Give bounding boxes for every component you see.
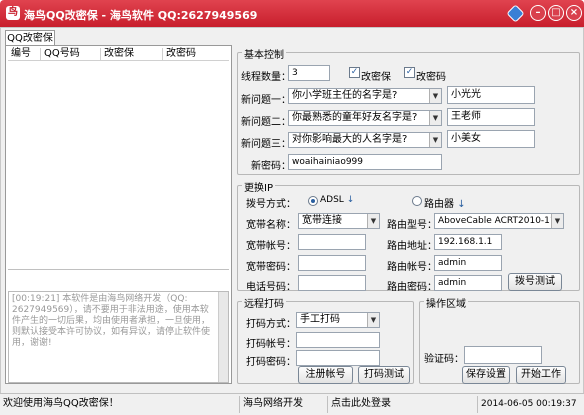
status-company: 海鸟网络开发	[240, 396, 328, 413]
status-bar: 欢迎使用海鸟QQ改密保！ 海鸟网络开发 点击此处登录 2014-06-05 00…	[0, 393, 584, 415]
close-button[interactable]: ×	[566, 5, 582, 21]
new-password-input[interactable]: woaihainiao999	[288, 154, 442, 170]
captcha-test-button[interactable]: 打码测试	[358, 366, 410, 384]
broadband-name-select[interactable]: 宽带连接 ▼	[298, 213, 380, 229]
captcha-mode-value: 手工打码	[300, 314, 340, 325]
login-link[interactable]: 点击此处登录	[328, 396, 478, 413]
router-password-label: 路由密码：	[387, 282, 437, 293]
group-title: 操作区域	[424, 295, 468, 310]
broadband-name-label: 宽带名称：	[246, 220, 296, 231]
checkbox-mibao[interactable]: ✓	[349, 67, 360, 78]
captcha-password-input[interactable]	[296, 350, 380, 366]
chevron-down-icon: ▼	[429, 133, 441, 147]
router-account-input[interactable]: admin	[434, 255, 502, 271]
radio-router-label: 路由器 ↓	[424, 199, 466, 210]
dial-test-button[interactable]: 拨号测试	[508, 273, 562, 291]
radio-router[interactable]	[412, 196, 422, 206]
start-work-button[interactable]: 开始工作	[516, 366, 566, 384]
router-model-value: AboveCable ACRT2010-11	[438, 216, 556, 226]
captcha-account-label: 打码帐号：	[246, 339, 296, 350]
captcha-code-input[interactable]	[464, 346, 542, 364]
chevron-down-icon: ▼	[367, 313, 379, 327]
question-1-select[interactable]: 你小学班主任的名字是? ▼	[288, 88, 442, 104]
maximize-button[interactable]: □	[548, 5, 564, 21]
broadband-account-label: 宽带帐号：	[246, 241, 296, 252]
question-1-value: 你小学班主任的名字是?	[292, 90, 398, 101]
question-2-label: 新问题二：	[241, 117, 291, 128]
broadband-account-input[interactable]	[298, 234, 366, 250]
skin-icon[interactable]	[506, 4, 525, 23]
group-title: 远程打码	[242, 295, 286, 310]
question-2-value: 你最熟悉的童年好友名字是?	[292, 112, 418, 123]
chevron-down-icon: ▼	[551, 214, 563, 228]
router-address-label: 路由地址：	[387, 241, 437, 252]
arrow-down-icon: ↓	[346, 195, 355, 205]
broadband-password-label: 宽带密码：	[246, 262, 296, 273]
chevron-down-icon: ▼	[429, 89, 441, 103]
account-panel: 编号 QQ号码 改密保 改密码 [00:19:21] 本软件是由海鸟网络开发（Q…	[5, 45, 232, 384]
question-3-select[interactable]: 对你影响最大的人名字是? ▼	[288, 132, 442, 148]
tab-qq-mibao[interactable]: QQ改密保	[5, 30, 55, 46]
router-address-input[interactable]: 192.168.1.1	[434, 234, 502, 250]
log-text: [00:19:21] 本软件是由海鸟网络开发（QQ: 2627949569），请…	[12, 294, 211, 348]
answer-2-input[interactable]: 王老师	[447, 108, 535, 126]
group-title: 基本控制	[242, 46, 286, 61]
question-2-select[interactable]: 你最熟悉的童年好友名字是? ▼	[288, 110, 442, 126]
captcha-mode-select[interactable]: 手工打码 ▼	[296, 312, 380, 328]
router-model-label: 路由型号：	[387, 220, 437, 231]
column-header[interactable]: QQ号码	[41, 48, 101, 61]
group-title: 更换IP	[242, 179, 275, 194]
minimize-button[interactable]: –	[530, 5, 546, 21]
checkbox-mima-label: 改密码	[416, 72, 446, 83]
radio-adsl[interactable]	[308, 196, 318, 206]
chevron-down-icon: ▼	[429, 111, 441, 125]
title-bar[interactable]: 鸟 海鸟QQ改密保 - 海鸟软件 QQ:2627949569 – □ ×	[0, 0, 584, 27]
answer-3-input[interactable]: 小美女	[447, 130, 535, 148]
threads-label: 线程数量：	[241, 72, 291, 83]
question-1-label: 新问题一：	[241, 95, 291, 106]
checkbox-mibao-label: 改密保	[361, 72, 391, 83]
arrow-down-icon: ↓	[457, 199, 466, 210]
dial-mode-label: 拨号方式：	[246, 199, 296, 210]
chevron-down-icon: ▼	[367, 214, 379, 228]
router-account-label: 路由帐号：	[387, 262, 437, 273]
captcha-code-label: 验证码：	[424, 354, 464, 365]
save-settings-button[interactable]: 保存设置	[462, 366, 510, 384]
column-header[interactable]: 改密码	[163, 48, 229, 61]
account-list[interactable]	[8, 62, 229, 270]
new-password-label: 新密码：	[251, 161, 291, 172]
column-header[interactable]: 改密保	[101, 48, 163, 61]
answer-1-input[interactable]: 小光光	[447, 86, 535, 104]
question-3-value: 对你影响最大的人名字是?	[292, 134, 408, 145]
captcha-password-label: 打码密码：	[246, 357, 296, 368]
threads-input[interactable]: 3	[288, 65, 330, 81]
bird-icon: 鸟	[6, 6, 20, 20]
router-password-input[interactable]: admin	[434, 275, 502, 291]
broadband-name-value: 宽带连接	[302, 215, 342, 226]
window-title: 海鸟QQ改密保 - 海鸟软件 QQ:2627949569	[24, 9, 258, 22]
basic-control-group: 基本控制 线程数量： 3 ✓ 改密保 ✓ 改密码 新问题一： 你小学班主任的名字…	[237, 46, 580, 175]
change-ip-group: 更换IP 拨号方式： ADSL ↓ 路由器 ↓ 宽带名称： 宽带连接 ▼ 路由型号…	[237, 179, 580, 293]
log-scrollbar[interactable]	[218, 292, 228, 382]
radio-adsl-label: ADSL ↓	[320, 195, 355, 205]
checkbox-mima[interactable]: ✓	[404, 67, 415, 78]
captcha-account-input[interactable]	[296, 332, 380, 348]
remote-captcha-group: 远程打码 打码方式： 手工打码 ▼ 打码帐号： 打码密码： 注册帐号 打码测试	[237, 295, 414, 384]
register-account-button[interactable]: 注册帐号	[298, 366, 353, 384]
router-model-select[interactable]: AboveCable ACRT2010-11 ▼	[434, 213, 564, 229]
captcha-mode-label: 打码方式：	[246, 319, 296, 330]
status-welcome: 欢迎使用海鸟QQ改密保！	[0, 396, 240, 413]
column-header[interactable]: 编号	[8, 48, 41, 61]
list-header: 编号 QQ号码 改密保 改密码	[8, 48, 229, 61]
broadband-password-input[interactable]	[298, 255, 366, 271]
phone-input[interactable]	[298, 275, 366, 291]
main-frame: QQ改密保 编号 QQ号码 改密保 改密码 [00:19:21] 本软件是由海鸟…	[0, 27, 584, 405]
operation-group: 操作区域 验证码： 保存设置 开始工作	[419, 295, 580, 384]
question-3-label: 新问题三：	[241, 139, 291, 150]
status-time: 2014-06-05 00:19:37	[481, 399, 577, 409]
phone-label: 电话号码：	[246, 282, 296, 293]
log-box[interactable]: [00:19:21] 本软件是由海鸟网络开发（QQ: 2627949569），请…	[8, 291, 229, 383]
